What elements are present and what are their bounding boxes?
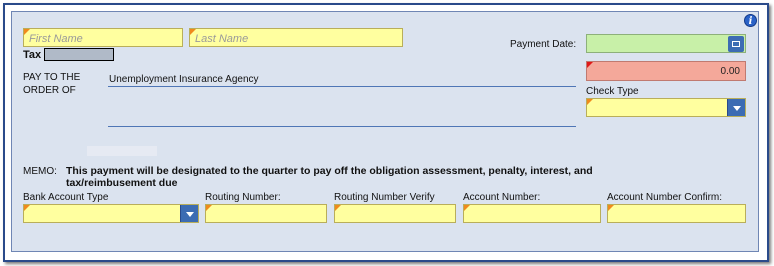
amount-value: 0.00 (720, 66, 740, 77)
payee-name: Unemployment Insurance Agency (109, 74, 259, 85)
routing-number-verify-field[interactable] (334, 204, 456, 224)
payment-date-field[interactable] (586, 34, 746, 54)
check-type-select[interactable] (586, 98, 746, 117)
required-flag-icon (587, 62, 593, 68)
bank-account-type-select[interactable] (23, 204, 199, 223)
placeholder-bar (87, 146, 157, 156)
payment-date-input[interactable] (587, 36, 745, 54)
account-number-field[interactable] (463, 204, 601, 224)
required-flag-icon (206, 205, 212, 211)
memo-text-line2: tax/reimbusement due (66, 177, 178, 189)
payee-line (108, 86, 576, 87)
chevron-down-icon[interactable] (180, 205, 198, 222)
calendar-icon[interactable] (728, 36, 744, 52)
routing-number-field[interactable] (205, 204, 327, 224)
first-name-field[interactable] (23, 28, 183, 48)
amount-field[interactable]: 0.00 (586, 61, 746, 81)
account-number-label: Account Number: (463, 192, 541, 203)
tax-id-field[interactable] (44, 48, 114, 61)
last-name-input[interactable] (190, 30, 402, 48)
required-flag-icon (190, 29, 196, 35)
routing-number-label: Routing Number: (205, 192, 281, 203)
account-number-confirm-label: Account Number Confirm: (607, 192, 723, 203)
info-icon[interactable]: i (744, 14, 757, 27)
account-number-input[interactable] (464, 206, 600, 224)
tax-label: Tax (23, 49, 42, 61)
pay-to-label-line2: ORDER OF (23, 85, 76, 96)
required-flag-icon (464, 205, 470, 211)
routing-number-verify-input[interactable] (335, 206, 455, 224)
memo-text-line1: This payment will be designated to the q… (66, 165, 593, 177)
required-flag-icon (24, 205, 30, 211)
chevron-down-icon[interactable] (727, 99, 745, 116)
bank-account-type-label: Bank Account Type (23, 192, 109, 203)
payment-date-label: Payment Date: (510, 39, 577, 50)
required-flag-icon (587, 99, 593, 105)
required-flag-icon (24, 29, 30, 35)
account-number-confirm-input[interactable] (608, 206, 745, 224)
first-name-input[interactable] (24, 30, 182, 48)
memo-label: MEMO: (23, 166, 57, 177)
required-flag-icon (608, 205, 614, 211)
routing-number-verify-label: Routing Number Verify (334, 192, 435, 203)
routing-number-input[interactable] (206, 206, 326, 224)
address-line (108, 126, 576, 127)
pay-to-label-line1: PAY TO THE (23, 72, 81, 83)
account-number-confirm-field[interactable] (607, 204, 746, 224)
check-type-label: Check Type (586, 86, 639, 97)
required-flag-icon (335, 205, 341, 211)
last-name-field[interactable] (189, 28, 403, 48)
